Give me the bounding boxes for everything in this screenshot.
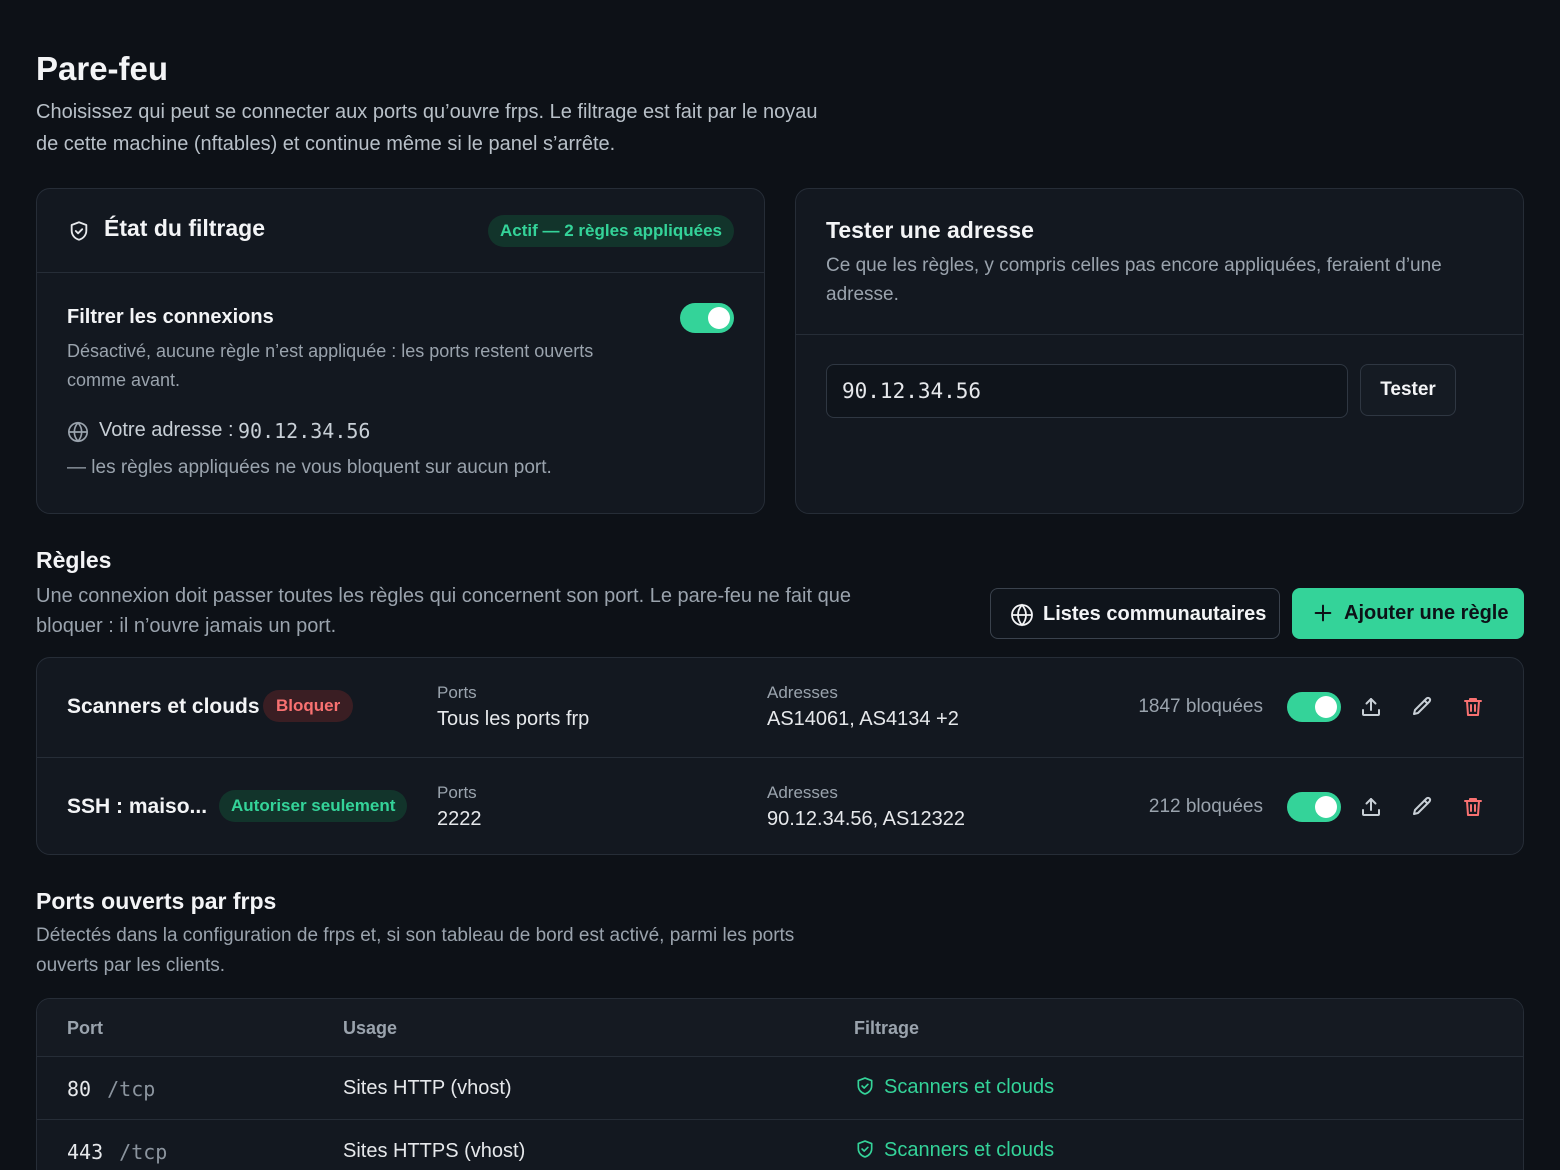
rule-addresses: 90.12.34.56, AS12322 bbox=[767, 808, 965, 830]
add-rule-button[interactable]: Ajouter une règle bbox=[1292, 588, 1524, 639]
globe-icon bbox=[68, 421, 88, 443]
test-address-card: Tester une adresse Ce que les règles, y … bbox=[795, 188, 1524, 514]
column-header-port: Port bbox=[67, 1018, 103, 1038]
addresses-label: Adresses bbox=[767, 783, 838, 802]
column-header-usage: Usage bbox=[343, 1018, 398, 1038]
page-description: Choisissez qui peut se connecter aux por… bbox=[36, 101, 818, 155]
rule-enabled-toggle[interactable] bbox=[1287, 792, 1341, 822]
rule-addresses: AS14061, AS4134 +2 bbox=[767, 708, 959, 730]
shield-check-icon bbox=[857, 1140, 873, 1158]
rule-name: Scanners et clouds bbox=[67, 695, 260, 718]
add-rule-label: Ajouter une règle bbox=[1344, 602, 1509, 624]
community-lists-button[interactable]: Listes communautaires bbox=[990, 588, 1280, 639]
rule-blocked-count: 1847 bloquées bbox=[1138, 696, 1263, 717]
filter-connections-toggle[interactable] bbox=[680, 303, 734, 333]
trash-icon[interactable] bbox=[1461, 695, 1485, 719]
port-filter-rule[interactable]: Scanners et clouds bbox=[884, 1076, 1054, 1099]
your-address-value: 90.12.34.56 bbox=[238, 419, 371, 443]
filter-connections-title: Filtrer les connexions bbox=[67, 306, 274, 328]
addresses-label: Adresses bbox=[767, 683, 838, 702]
table-header: Port Usage Filtrage bbox=[37, 999, 1523, 1057]
test-card-header: Tester une adresse Ce que les règles, y … bbox=[796, 189, 1523, 335]
ports-description: Détectés dans la configuration de frps e… bbox=[36, 925, 795, 976]
status-title: État du filtrage bbox=[104, 215, 266, 241]
rule-action-badge: Autoriser seulement bbox=[219, 790, 408, 822]
port-filter-rule[interactable]: Scanners et clouds bbox=[884, 1139, 1054, 1162]
status-card-header: État du filtrage Actif — 2 règles appliq… bbox=[37, 189, 764, 273]
table-row: 80 /tcp Sites HTTP (vhost) Scanners et c… bbox=[37, 1057, 1523, 1120]
rule-row[interactable]: Scanners et clouds Bloquer Ports Tous le… bbox=[37, 658, 1523, 756]
upload-icon[interactable] bbox=[1359, 795, 1383, 819]
port-protocol: /tcp bbox=[107, 1077, 156, 1101]
globe-icon bbox=[1011, 603, 1033, 627]
port-usage: Sites HTTP (vhost) bbox=[343, 1077, 512, 1099]
column-header-filtering: Filtrage bbox=[854, 1018, 920, 1038]
port-protocol: /tcp bbox=[119, 1140, 168, 1164]
port-number: 80 /tcp bbox=[67, 1077, 156, 1101]
ports-label: Ports bbox=[437, 783, 477, 802]
rules-description: Une connexion doit passer toutes les règ… bbox=[36, 585, 851, 637]
pencil-icon[interactable] bbox=[1410, 795, 1434, 819]
status-badge: Actif — 2 règles appliquées bbox=[487, 215, 734, 247]
test-address-input[interactable]: 90.12.34.56 bbox=[826, 364, 1348, 418]
shield-check-icon bbox=[857, 1077, 873, 1095]
rules-list: Scanners et clouds Bloquer Ports Tous le… bbox=[36, 657, 1524, 855]
pencil-icon[interactable] bbox=[1410, 695, 1434, 719]
rule-ports: Tous les ports frp bbox=[437, 708, 590, 730]
test-description: Ce que les règles, y compris celles pas … bbox=[826, 255, 1442, 305]
plus-icon bbox=[1314, 604, 1332, 622]
address-note: — les règles appliquées ne vous bloquent… bbox=[67, 457, 552, 478]
rule-action-badge: Bloquer bbox=[263, 690, 354, 722]
test-title: Tester une adresse bbox=[826, 217, 1034, 243]
shield-check-icon bbox=[70, 221, 88, 241]
your-address-label: Votre adresse : bbox=[99, 419, 234, 441]
filter-connections-description: Désactivé, aucune règle n’est appliquée … bbox=[67, 341, 594, 390]
ports-title: Ports ouverts par frps bbox=[36, 888, 277, 914]
rule-name: SSH : maiso... bbox=[67, 795, 208, 818]
rule-ports: 2222 bbox=[437, 808, 482, 830]
ports-label: Ports bbox=[437, 683, 477, 702]
rule-blocked-count: 212 bloquées bbox=[1148, 796, 1263, 817]
ports-table: Port Usage Filtrage 80 /tcp Sites HTTP (… bbox=[36, 998, 1524, 1170]
rules-title: Règles bbox=[36, 547, 112, 573]
page-title: Pare-feu bbox=[36, 50, 169, 87]
rule-row[interactable]: SSH : maiso... Autoriser seulement Ports… bbox=[37, 757, 1523, 854]
filtering-status-card: État du filtrage Actif — 2 règles appliq… bbox=[36, 188, 765, 514]
port-number: 443 /tcp bbox=[67, 1140, 168, 1164]
community-lists-label: Listes communautaires bbox=[1043, 603, 1267, 625]
table-row: 443 /tcp Sites HTTPS (vhost) Scanners et… bbox=[37, 1120, 1523, 1170]
trash-icon[interactable] bbox=[1461, 795, 1485, 819]
rule-enabled-toggle[interactable] bbox=[1287, 692, 1341, 722]
port-usage: Sites HTTPS (vhost) bbox=[343, 1140, 526, 1162]
upload-icon[interactable] bbox=[1359, 695, 1383, 719]
test-button[interactable]: Tester bbox=[1360, 364, 1456, 416]
